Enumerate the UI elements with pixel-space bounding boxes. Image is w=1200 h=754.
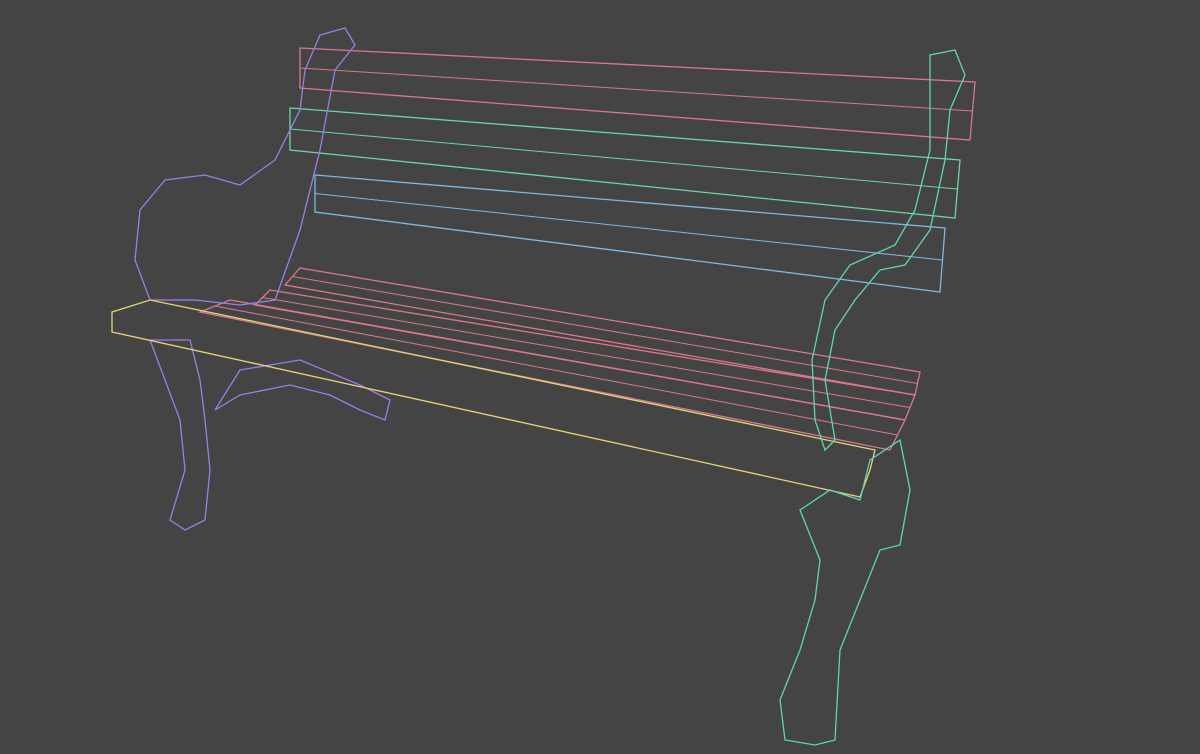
back-slat-3 (314, 174, 946, 293)
3d-viewport[interactable] (0, 0, 1200, 754)
back-slat-3-edge (314, 193, 943, 261)
back-slat-1 (299, 47, 976, 141)
seat-slat-2-edge (262, 297, 911, 408)
bench-wireframe (111, 27, 976, 746)
right-cast-iron-frame (779, 49, 966, 746)
left-cast-iron-frame (134, 27, 391, 531)
left-frame-outline (134, 27, 391, 531)
right-frame-outline (779, 49, 966, 746)
back-slat-2-edge (289, 128, 958, 190)
back-slat-1-edge (299, 67, 973, 112)
seat-slat-3-edge (214, 305, 898, 436)
front-seat-slat-mesh (111, 299, 876, 498)
seat-slat-1 (283, 267, 921, 396)
front-seat-slat (111, 299, 876, 498)
